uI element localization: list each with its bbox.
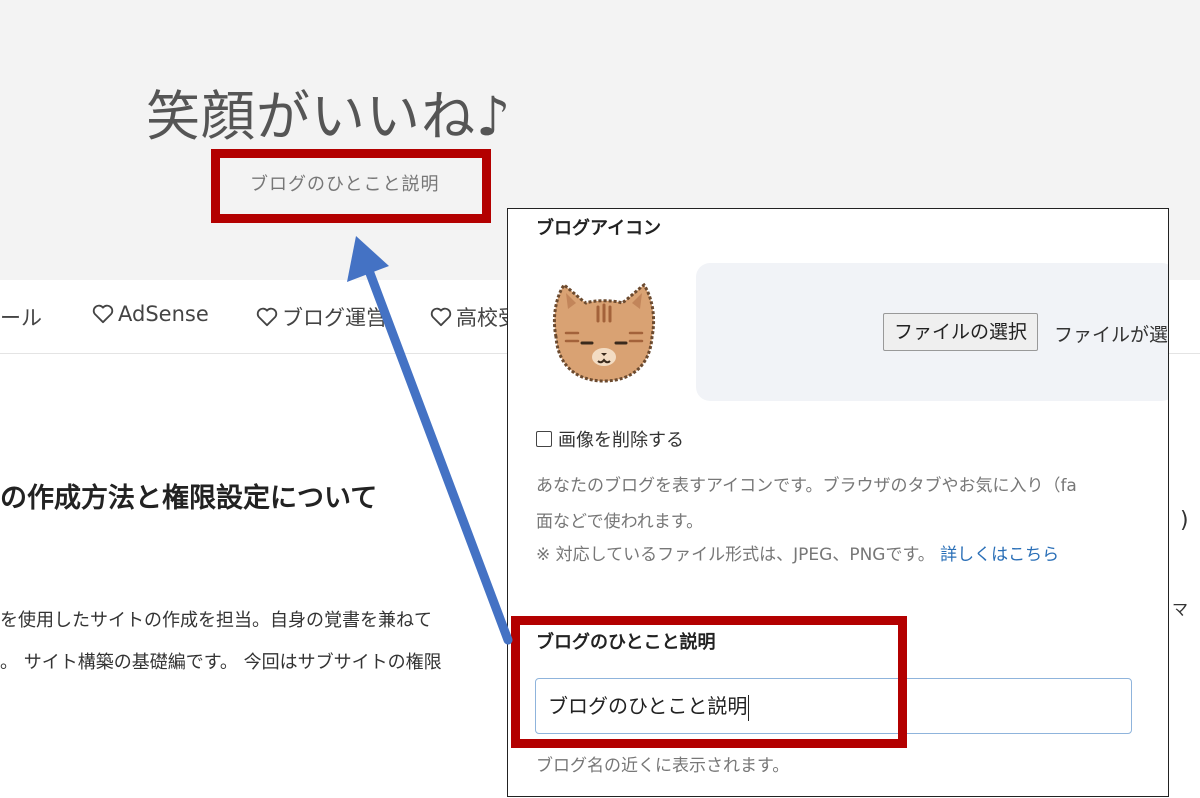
description-help-text: ブログ名の近くに表示されます。: [536, 756, 790, 776]
article-excerpt-line-2: 。 サイト構築の基礎編です。 今回はサブサイトの権限: [0, 652, 442, 673]
highlight-box-input: [511, 616, 907, 748]
choose-file-button[interactable]: ファイルの選択: [883, 313, 1039, 351]
icon-upload-area[interactable]: ファイルの選択 ファイルが選: [696, 263, 1169, 401]
icon-help-text-1: あなたのブログを表すアイコンです。ブラウザのタブやお気に入り（fa: [536, 476, 1077, 496]
nav-item-label: ブログ運営: [282, 306, 387, 330]
article-title[interactable]: の作成方法と権限設定について: [0, 476, 377, 515]
nav-item-high-school-exam[interactable]: 高校受: [430, 302, 519, 332]
details-link[interactable]: 詳しくはこちら: [940, 545, 1059, 565]
icon-help-text-3: ※ 対応しているファイル形式は、JPEG、PNGです。 詳しくはこちら: [536, 540, 1059, 565]
nav-item-label: ール: [0, 306, 42, 330]
article-edge-text: マ: [1172, 600, 1189, 619]
heart-icon: [256, 307, 278, 327]
article-edge-text: ): [1180, 508, 1189, 533]
highlight-box-description: [211, 149, 491, 223]
blog-title[interactable]: 笑顔がいいね♪: [146, 72, 511, 151]
nav-item-blog-management[interactable]: ブログ運営: [256, 302, 387, 332]
delete-image-option[interactable]: 画像を削除する: [536, 426, 684, 452]
file-status-text: ファイルが選: [1054, 324, 1169, 346]
nav-item-profile[interactable]: ール: [0, 302, 42, 332]
nav-item-label: AdSense: [118, 302, 209, 326]
file-format-note: ※ 対応しているファイル形式は、JPEG、PNGです。: [536, 545, 935, 565]
cat-avatar-icon: [552, 282, 656, 383]
article-excerpt-line-1: を使用したサイトの作成を担当。自身の覚書を兼ねて: [0, 610, 432, 631]
nav-item-adsense[interactable]: AdSense: [92, 302, 209, 326]
heart-icon: [92, 304, 114, 324]
delete-image-checkbox[interactable]: [536, 431, 552, 447]
blog-icon-heading: ブログアイコン: [536, 218, 662, 239]
delete-image-label: 画像を削除する: [558, 430, 684, 451]
icon-help-text-2: 面などで使われます。: [536, 512, 704, 532]
heart-icon: [430, 307, 452, 327]
